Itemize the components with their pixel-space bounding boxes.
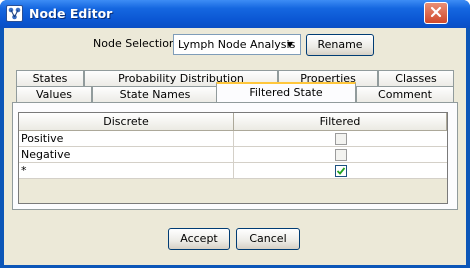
tab-state-names[interactable]: State Names: [92, 86, 218, 102]
state-name-cell[interactable]: Positive: [19, 131, 234, 147]
filtered-checkbox[interactable]: [335, 165, 347, 177]
title-bar[interactable]: Node Editor: [0, 0, 470, 28]
window-title: Node Editor: [29, 6, 113, 21]
tab-comment[interactable]: Comment: [356, 86, 454, 102]
node-selection-label: Node Selection:: [93, 37, 180, 50]
rename-button[interactable]: Rename: [306, 34, 374, 56]
tab-values[interactable]: Values: [16, 86, 92, 102]
tab-classes[interactable]: Classes: [378, 70, 454, 86]
chevron-down-icon: ▼: [286, 40, 294, 49]
table-row[interactable]: *: [19, 163, 447, 179]
node-editor-icon: [6, 5, 23, 22]
table-row[interactable]: Negative: [19, 147, 447, 163]
close-icon: [430, 6, 442, 18]
node-selection-dropdown[interactable]: Lymph Node Analysis ▼: [173, 34, 301, 55]
close-button[interactable]: [424, 2, 448, 24]
node-editor-window: Node Editor Node Selection: Lymph Node A…: [0, 0, 470, 268]
tab-filtered-state[interactable]: Filtered State: [216, 82, 356, 102]
filtered-state-table: Discrete Filtered Positive Negative *: [18, 112, 448, 204]
accept-button[interactable]: Accept: [168, 228, 230, 250]
table-row[interactable]: Positive: [19, 131, 447, 147]
state-name-cell[interactable]: Negative: [19, 147, 234, 163]
tab-states[interactable]: States: [16, 70, 84, 86]
column-header-discrete[interactable]: Discrete: [19, 113, 234, 131]
cancel-button[interactable]: Cancel: [236, 228, 300, 250]
state-name-cell[interactable]: *: [19, 163, 234, 179]
node-selection-value: Lymph Node Analysis: [178, 38, 296, 51]
checkmark-icon: [336, 167, 346, 175]
filtered-checkbox[interactable]: [335, 133, 347, 145]
column-header-filtered[interactable]: Filtered: [234, 113, 447, 131]
filtered-checkbox[interactable]: [335, 149, 347, 161]
